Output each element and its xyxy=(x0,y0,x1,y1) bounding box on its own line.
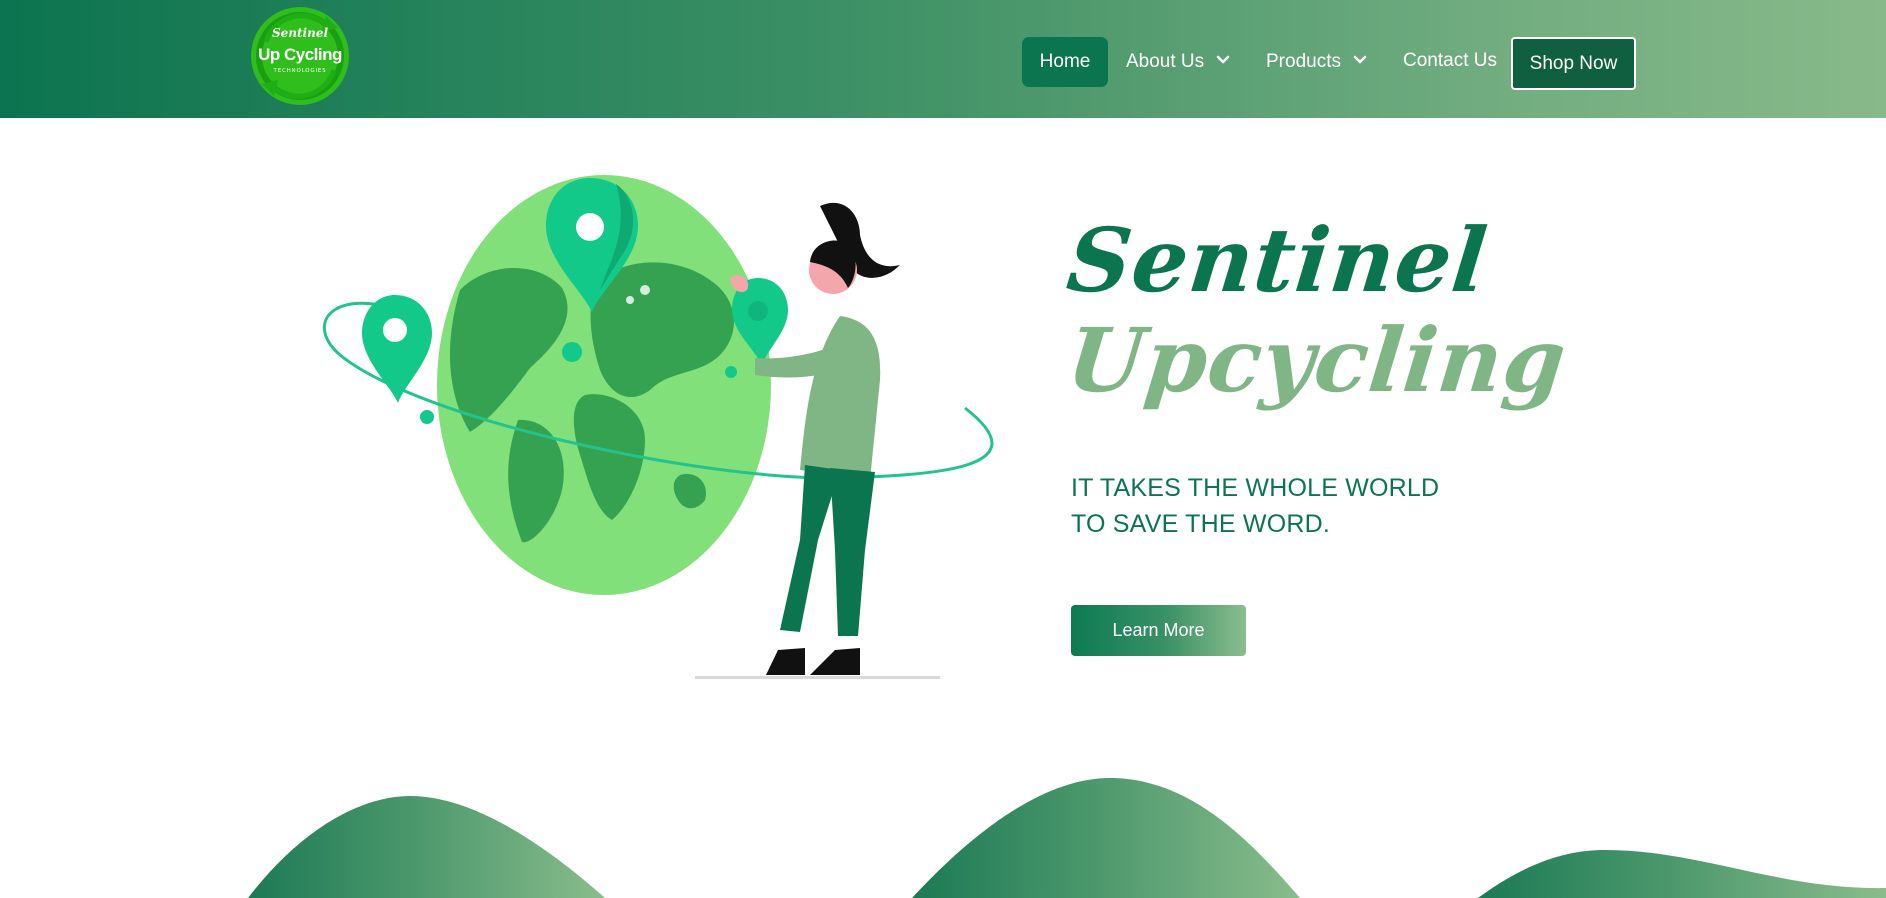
chevron-down-icon xyxy=(1216,35,1230,85)
hero-tagline-line2: TO SAVE THE WORD. xyxy=(1071,510,1330,538)
nav-contact-link[interactable]: Contact Us xyxy=(1403,37,1497,87)
nav-home-link[interactable]: Home xyxy=(1022,37,1108,87)
nav-about-link[interactable]: About Us xyxy=(1126,37,1230,87)
nav-products-label: Products xyxy=(1266,51,1341,73)
main-nav: Home About Us Products Contact Us Shop N… xyxy=(0,0,1886,118)
nav-about-label: About Us xyxy=(1126,51,1205,73)
learn-more-button[interactable]: Learn More xyxy=(1071,605,1246,656)
shop-now-button[interactable]: Shop Now xyxy=(1511,37,1636,90)
map-pin-icon xyxy=(362,295,434,424)
hero-tagline: IT TAKES THE WHOLE WORLD TO SAVE THE WOR… xyxy=(1071,470,1491,542)
decorative-waves xyxy=(248,778,1886,898)
nav-products-link[interactable]: Products xyxy=(1266,37,1367,87)
hero-illustration xyxy=(322,175,994,679)
hero-tagline-line1: IT TAKES THE WHOLE WORLD xyxy=(1071,474,1440,502)
site-header: Sentinel Up Cycling TECHNOLOGIES Home Ab… xyxy=(0,0,1886,118)
hero-title-line2: Upcycling xyxy=(1062,308,1572,412)
chevron-down-icon xyxy=(1353,35,1367,85)
hero-title-line1: Sentinel xyxy=(1062,208,1493,312)
